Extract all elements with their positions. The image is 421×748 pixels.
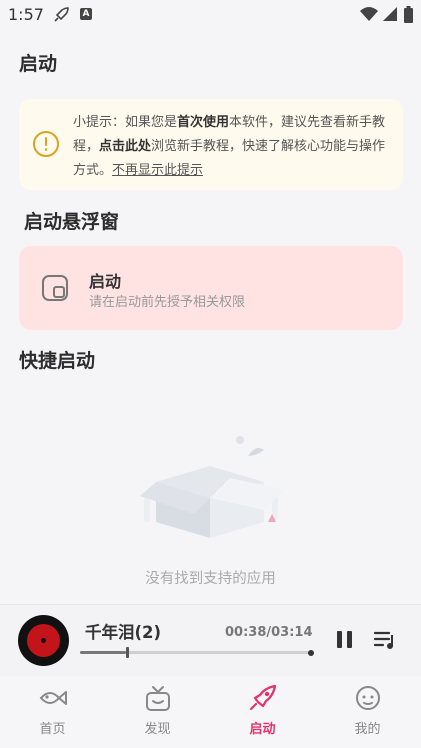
nav-label-home: 首页: [39, 722, 66, 737]
status-bar: 1:57 A: [0, 0, 421, 30]
fish-icon: [39, 691, 67, 705]
song-title: 千年泪(2): [85, 623, 162, 642]
rocket-notification-icon: [54, 7, 69, 22]
tip-first-use: 首次使用: [177, 115, 230, 130]
float-card-title: 启动: [89, 272, 122, 291]
float-window-icon: [42, 275, 68, 301]
album-art[interactable]: [18, 615, 69, 666]
nav-label-launch: 启动: [249, 722, 276, 737]
song-time: 00:38/03:14: [225, 625, 313, 640]
nav-item-home[interactable]: 首页: [0, 676, 105, 748]
page-title: 启动: [19, 53, 58, 75]
rocket-icon: [249, 684, 277, 711]
wifi-icon: [360, 7, 378, 21]
tip-text: 小提示：如果您是首次使用本软件，建议先查看新手教程，点击此处浏览新手教程，快速了…: [73, 115, 386, 178]
section-title-quick-launch: 快捷启动: [19, 350, 96, 372]
nav-item-mine[interactable]: 我的: [315, 676, 420, 748]
empty-state-text: 没有找到支持的应用: [145, 571, 276, 587]
nav-item-discover[interactable]: 发现: [105, 676, 210, 748]
progress-fill: [80, 651, 127, 654]
pause-button[interactable]: [335, 630, 355, 650]
profile-face-icon: [356, 686, 380, 710]
section-title-float-window: 启动悬浮窗: [24, 211, 120, 233]
gift-box-icon: [146, 686, 170, 711]
progress-thumb[interactable]: [126, 647, 130, 658]
empty-box-illustration: [140, 436, 284, 538]
dismiss-tip-link[interactable]: 不再显示此提示: [112, 163, 203, 178]
info-warning-icon: [33, 131, 59, 157]
progress-end: [308, 649, 314, 656]
signal-icon: [383, 7, 397, 21]
nav-label-mine: 我的: [354, 722, 381, 737]
tutorial-link[interactable]: 点击此处: [99, 139, 151, 154]
nav-label-discover: 发现: [144, 722, 171, 737]
app-notification-icon: A: [80, 8, 92, 20]
battery-icon: [404, 6, 413, 23]
bottom-nav: 首页 发现 启动 我的: [0, 676, 421, 748]
progress-bar[interactable]: [80, 647, 314, 658]
playlist-icon[interactable]: [373, 629, 397, 651]
status-time: 1:57: [8, 5, 44, 24]
float-card-subtitle: 请在启动前先授予相关权限: [89, 295, 246, 310]
tip-card: 小提示：如果您是首次使用本软件，建议先查看新手教程，点击此处浏览新手教程，快速了…: [19, 99, 403, 190]
float-window-launch-card[interactable]: 启动 请在启动前先授予相关权限: [19, 246, 403, 330]
nav-item-launch[interactable]: 启动: [210, 676, 315, 748]
mini-player[interactable]: 千年泪(2) 00:38/03:14: [0, 604, 421, 676]
